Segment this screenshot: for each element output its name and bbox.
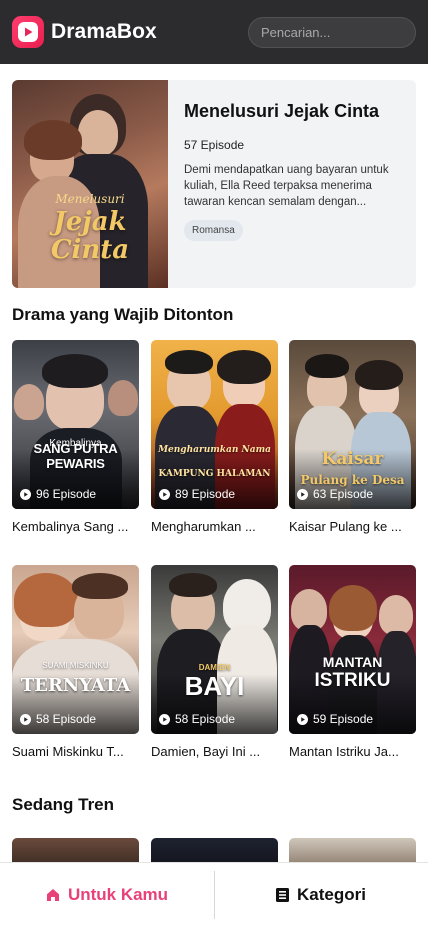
poster-title: Jejak Cinta bbox=[50, 207, 130, 265]
episode-badge: 89 Episode bbox=[159, 487, 235, 501]
drama-title[interactable]: Damien, Bayi Ini ... bbox=[151, 744, 278, 759]
featured-description: Demi mendapatkan uang bayaran untuk kuli… bbox=[184, 164, 389, 208]
drama-title[interactable]: Mengharumkan ... bbox=[151, 519, 278, 534]
play-circle-icon bbox=[159, 713, 170, 725]
home-icon bbox=[46, 888, 59, 901]
drama-card[interactable]: Kembalinya SANG PUTRA PEWARIS 96 Episode… bbox=[12, 340, 139, 534]
featured-title[interactable]: Menelusuri Jejak Cinta bbox=[184, 100, 400, 122]
episode-badge: 63 Episode bbox=[297, 487, 373, 501]
featured-poster[interactable]: Menelusuri Jejak Cinta bbox=[12, 80, 168, 288]
nav-divider bbox=[214, 871, 215, 919]
episode-count: 58 Episode bbox=[175, 712, 236, 726]
bottom-navigation: Untuk Kamu Kategori bbox=[0, 862, 428, 926]
drama-card[interactable]: MANTAN ISTRIKU 59 Episode Mantan Istriku… bbox=[289, 565, 416, 759]
search-input[interactable] bbox=[261, 25, 415, 40]
poster-subtitle: SUAMI MISKINKU bbox=[42, 661, 109, 670]
play-circle-icon bbox=[297, 713, 308, 725]
drama-card[interactable]: DAMIEN BAYI 58 Episode Damien, Bayi Ini … bbox=[151, 565, 278, 759]
episode-badge: 96 Episode bbox=[20, 487, 96, 501]
poster-subtitle: Menelusuri bbox=[55, 192, 125, 206]
poster-subtitle: Kaisar bbox=[321, 449, 384, 469]
top-header: DramaBox bbox=[0, 0, 428, 64]
drama-card[interactable]: Mengharumkan Nama KAMPUNG HALAMAN 89 Epi… bbox=[151, 340, 278, 534]
drama-poster[interactable]: MANTAN ISTRIKU 59 Episode bbox=[289, 565, 416, 734]
dramabox-logo-icon bbox=[12, 16, 44, 48]
nav-for-you-label: Untuk Kamu bbox=[67, 884, 169, 904]
search-box[interactable] bbox=[248, 17, 416, 48]
nav-category-label: Kategori bbox=[297, 884, 366, 904]
poster-subtitle: Mengharumkan Nama bbox=[158, 445, 271, 455]
poster-title: SANG PUTRA PEWARIS bbox=[33, 441, 118, 471]
episode-badge: 58 Episode bbox=[20, 712, 96, 726]
featured-drama-card[interactable]: Menelusuri Jejak Cinta Menelusuri Jejak … bbox=[12, 80, 416, 288]
featured-info: Menelusuri Jejak Cinta 57 Episode Demi m… bbox=[168, 80, 416, 288]
drama-poster[interactable]: Kembalinya SANG PUTRA PEWARIS 96 Episode bbox=[12, 340, 139, 509]
drama-title[interactable]: Mantan Istriku Ja... bbox=[289, 744, 416, 759]
episode-count: 89 Episode bbox=[175, 487, 236, 501]
drama-title[interactable]: Suami Miskinku T... bbox=[12, 744, 139, 759]
section-title-must-watch: Drama yang Wajib Ditonton bbox=[12, 305, 234, 324]
poster-title: ISTRIKU bbox=[314, 670, 391, 691]
app-logo[interactable]: DramaBox bbox=[12, 16, 157, 48]
section-title-trending: Sedang Tren bbox=[12, 795, 115, 814]
drama-title[interactable]: Kaisar Pulang ke ... bbox=[289, 519, 416, 534]
poster-title: TERNYATA bbox=[20, 675, 131, 696]
drama-poster[interactable]: Kaisar Pulang ke Desa 63 Episode bbox=[289, 340, 416, 509]
episode-count: 59 Episode bbox=[313, 712, 374, 726]
episode-badge: 58 Episode bbox=[159, 712, 235, 726]
play-circle-icon bbox=[20, 488, 31, 500]
poster-title: KAMPUNG HALAMAN bbox=[158, 469, 271, 479]
list-icon bbox=[276, 887, 290, 902]
episode-count: 58 Episode bbox=[36, 712, 97, 726]
nav-for-you[interactable]: Untuk Kamu bbox=[0, 863, 214, 926]
episode-badge: 59 Episode bbox=[297, 712, 373, 726]
featured-episode-count: 57 Episode bbox=[184, 138, 245, 152]
poster-title: BAYI bbox=[184, 671, 245, 701]
drama-title[interactable]: Kembalinya Sang ... bbox=[12, 519, 139, 534]
drama-card[interactable]: SUAMI MISKINKU TERNYATA 58 Episode Suami… bbox=[12, 565, 139, 759]
episode-count: 63 Episode bbox=[313, 487, 374, 501]
app-screen: DramaBox Menelusuri Jejak Cinta Menelusu… bbox=[0, 0, 428, 926]
poster-title: Pulang ke Desa bbox=[300, 473, 405, 487]
drama-poster[interactable]: Mengharumkan Nama KAMPUNG HALAMAN 89 Epi… bbox=[151, 340, 278, 509]
drama-poster[interactable]: DAMIEN BAYI 58 Episode bbox=[151, 565, 278, 734]
drama-poster[interactable]: SUAMI MISKINKU TERNYATA 58 Episode bbox=[12, 565, 139, 734]
drama-card[interactable]: Kaisar Pulang ke Desa 63 Episode Kaisar … bbox=[289, 340, 416, 534]
genre-tag[interactable]: Romansa bbox=[184, 220, 243, 241]
poster-subtitle: MANTAN bbox=[322, 654, 383, 670]
nav-category[interactable]: Kategori bbox=[214, 863, 428, 926]
play-circle-icon bbox=[159, 488, 170, 500]
play-circle-icon bbox=[20, 713, 31, 725]
episode-count: 96 Episode bbox=[36, 487, 97, 501]
app-name: DramaBox bbox=[51, 20, 157, 43]
play-circle-icon bbox=[297, 488, 308, 500]
